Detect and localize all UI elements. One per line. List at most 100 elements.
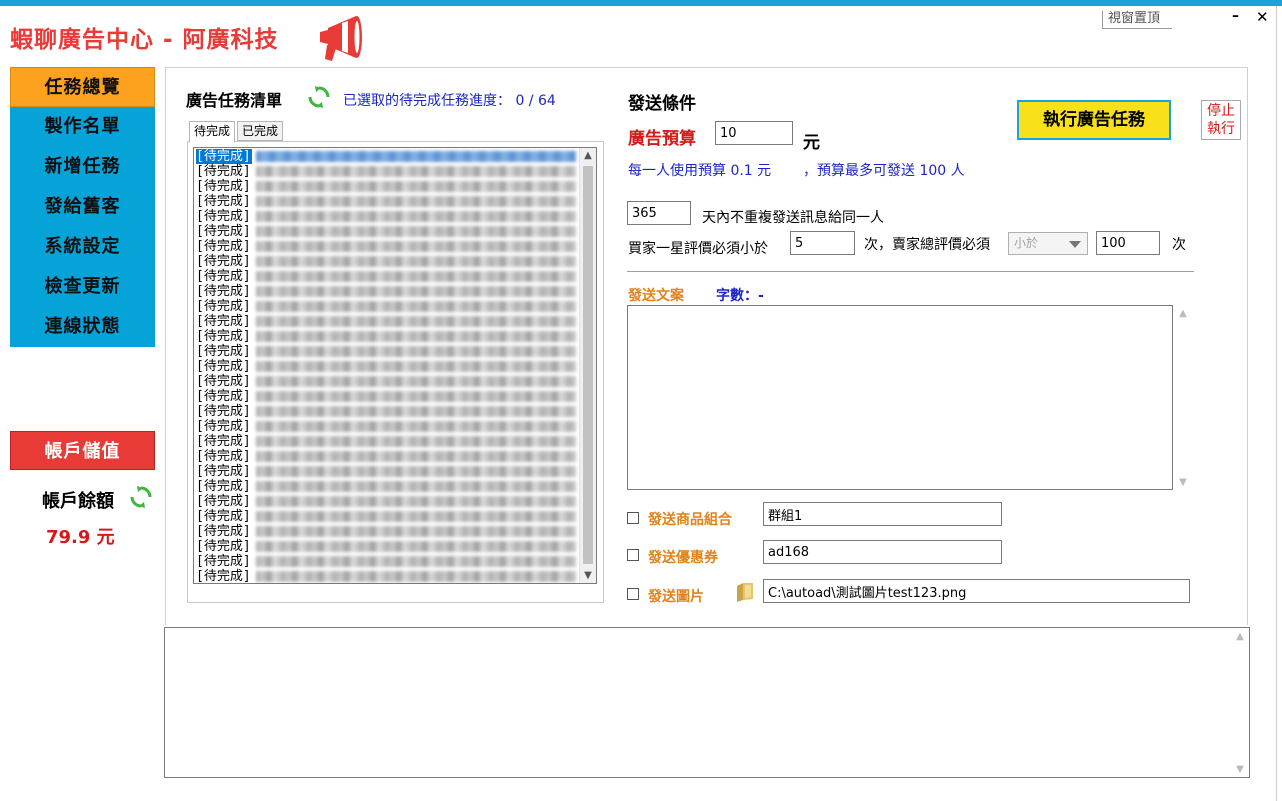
buyer-rating-input[interactable] [790,231,855,255]
stop-label-line1: 停止 [1207,103,1235,119]
obscured-task-details [256,541,576,552]
task-status-tag: [待完成] [196,329,251,344]
send-image-label: 發送圖片 [648,589,704,605]
log-scrollbar[interactable]: ▲ ▼ [1232,628,1249,777]
ad-copy-textarea[interactable] [627,305,1173,490]
budget-input[interactable] [715,121,793,145]
log-output-area[interactable]: ▲ ▼ [164,627,1250,778]
balance-label: 帳戶餘額 [42,491,114,512]
no-repeat-days-input[interactable] [627,201,691,225]
task-status-tag: [待完成] [196,539,251,554]
obscured-task-details [256,376,576,387]
list-item[interactable]: [待完成] [196,509,580,524]
list-item[interactable]: [待完成] [196,224,580,239]
scroll-thumb[interactable] [583,166,593,564]
list-item[interactable]: [待完成] [196,329,580,344]
list-item[interactable]: [待完成] [196,359,580,374]
scroll-up-icon[interactable]: ▲ [1232,631,1248,642]
list-item[interactable]: [待完成] [196,149,580,164]
task-status-tag: [待完成] [196,359,251,374]
list-item[interactable]: [待完成] [196,464,580,479]
product-combo-input[interactable] [763,502,1002,526]
obscured-task-details [256,451,576,462]
list-item[interactable]: [待完成] [196,299,580,314]
scroll-down-icon[interactable]: ▼ [1232,764,1248,775]
task-status-tag: [待完成] [196,239,251,254]
recharge-button[interactable]: 帳戶儲值 [10,431,155,470]
obscured-task-details [256,166,576,177]
image-path-input[interactable] [763,579,1190,603]
pin-window-button[interactable]: 視窗置頂 [1102,11,1172,29]
execute-ad-task-button[interactable]: 執行廣告任務 [1017,100,1171,140]
obscured-task-details [256,406,576,417]
list-item[interactable]: [待完成] [196,209,580,224]
list-item[interactable]: [待完成] [196,179,580,194]
list-item[interactable]: [待完成] [196,434,580,449]
list-item[interactable]: [待完成] [196,389,580,404]
scroll-up-icon[interactable]: ▲ [580,150,596,161]
ad-copy-scrollbar[interactable]: ▲ ▼ [1176,305,1190,490]
send-coupon-label: 發送優惠券 [648,550,718,566]
list-item[interactable]: [待完成] [196,404,580,419]
list-item[interactable]: [待完成] [196,269,580,284]
scroll-down-icon[interactable]: ▼ [1176,477,1190,488]
obscured-task-details [256,196,576,207]
sidebar-item-add-task[interactable]: 新增任務 [10,147,155,187]
minimize-button[interactable]: – [1232,8,1239,24]
list-item[interactable]: [待完成] [196,569,580,583]
obscured-task-details [256,556,576,567]
obscured-task-details [256,526,576,537]
obscured-task-details [256,256,576,267]
list-item[interactable]: [待完成] [196,449,580,464]
task-status-tag: [待完成] [196,209,251,224]
tab-pending[interactable]: 待完成 [189,121,236,143]
seller-total-rating-input[interactable] [1096,231,1160,255]
section-divider [627,271,1194,272]
sidebar-item-connection-status[interactable]: 連線狀態 [10,307,155,347]
list-item[interactable]: [待完成] [196,494,580,509]
list-item[interactable]: [待完成] [196,479,580,494]
coupon-input[interactable] [763,540,1002,564]
budget-label: 廣告預算 [628,129,696,149]
refresh-balance-icon[interactable] [130,486,152,508]
sidebar-nav: 任務總覽 製作名單 新增任務 發給舊客 系統設定 檢查更新 連線狀態 [10,67,155,347]
task-progress-text: 已選取的待完成任務進度： 0 / 64 [343,93,556,109]
obscured-task-details [256,226,576,237]
task-status-tag: [待完成] [196,464,251,479]
scroll-down-icon[interactable]: ▼ [580,570,596,581]
sidebar-item-check-update[interactable]: 檢查更新 [10,267,155,307]
budget-max-text: ，預算最多可發送 100 人 [803,163,965,179]
task-list-scrollbar[interactable]: ▲ ▼ [579,148,596,583]
close-button[interactable]: ✕ [1256,8,1269,26]
list-item[interactable]: [待完成] [196,239,580,254]
list-item[interactable]: [待完成] [196,194,580,209]
task-listbox[interactable]: [待完成] [待完成] [待完成] [待完成] [待完成] [待完成] [待完成] [待完成]… [193,147,597,584]
stop-execution-button[interactable]: 停止 執行 [1201,100,1241,140]
refresh-tasks-icon[interactable] [308,86,330,108]
compare-select[interactable]: 小於 [1008,232,1088,255]
sidebar-item-system-settings[interactable]: 系統設定 [10,227,155,267]
list-item[interactable]: [待完成] [196,419,580,434]
list-item[interactable]: [待完成] [196,539,580,554]
list-item[interactable]: [待完成] [196,554,580,569]
list-item[interactable]: [待完成] [196,524,580,539]
sidebar-item-make-list[interactable]: 製作名單 [10,107,155,147]
obscured-task-details [256,496,576,507]
sidebar-item-task-overview[interactable]: 任務總覽 [10,67,155,107]
send-coupon-checkbox[interactable] [627,549,639,561]
sidebar-item-send-old-customers[interactable]: 發給舊客 [10,187,155,227]
obscured-task-details [256,151,576,162]
list-item[interactable]: [待完成] [196,314,580,329]
list-item[interactable]: [待完成] [196,284,580,299]
obscured-task-details [256,331,576,342]
tab-completed[interactable]: 已完成 [237,121,284,141]
scroll-up-icon[interactable]: ▲ [1176,308,1190,319]
send-product-combo-checkbox[interactable] [627,512,639,524]
send-image-checkbox[interactable] [627,588,639,600]
list-item[interactable]: [待完成] [196,344,580,359]
obscured-task-details [256,421,576,432]
folder-icon[interactable] [735,580,755,602]
list-item[interactable]: [待完成] [196,164,580,179]
list-item[interactable]: [待完成] [196,374,580,389]
list-item[interactable]: [待完成] [196,254,580,269]
